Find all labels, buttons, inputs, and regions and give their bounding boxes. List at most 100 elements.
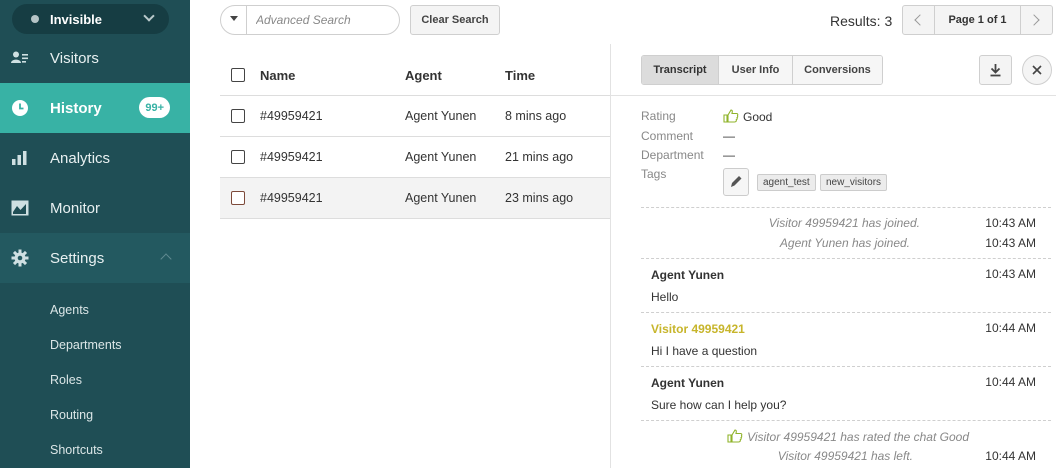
transcript-divider <box>641 312 1051 313</box>
message-time: 10:43 AM <box>985 236 1036 250</box>
message-author: Visitor 49959421 <box>651 322 745 336</box>
message-text: Sure how can I help you? <box>651 398 787 412</box>
row-checkbox[interactable] <box>231 109 245 123</box>
download-button[interactable] <box>979 55 1012 85</box>
sidebar-item-history[interactable]: History 99+ <box>0 83 190 133</box>
close-button[interactable] <box>1022 55 1052 85</box>
system-message: Visitor 49959421 has rated the chat Good <box>727 429 969 444</box>
tab-user-info[interactable]: User Info <box>719 56 793 84</box>
sidebar: Invisible Visitors History 99+ Analytics… <box>0 0 190 468</box>
panel-header: Transcript User Info Conversions <box>611 44 1056 96</box>
subnav-item-routing[interactable]: Routing <box>50 408 93 422</box>
status-dot-icon <box>31 15 39 23</box>
sidebar-item-label: Visitors <box>50 49 99 67</box>
column-header-agent[interactable]: Agent <box>405 68 442 83</box>
visitors-icon <box>11 51 28 63</box>
pencil-icon <box>731 176 742 187</box>
row-time: 21 mins ago <box>505 150 574 164</box>
department-label: Department <box>641 148 704 162</box>
subnav-item-roles[interactable]: Roles <box>50 373 82 387</box>
history-count-badge: 99+ <box>139 97 170 118</box>
transcript-divider <box>641 366 1051 367</box>
status-dropdown[interactable]: Invisible <box>12 4 169 34</box>
message-time: 10:43 AM <box>985 216 1036 230</box>
row-name: #49959421 <box>260 150 323 164</box>
comment-value: — <box>723 129 735 143</box>
tab-conversions[interactable]: Conversions <box>793 56 882 84</box>
sidebar-item-analytics[interactable]: Analytics <box>0 133 190 183</box>
message-author: Agent Yunen <box>651 376 725 390</box>
row-name: #49959421 <box>260 109 323 123</box>
search-options-dropdown[interactable] <box>221 6 247 34</box>
close-icon <box>1032 65 1042 75</box>
download-icon <box>990 64 1001 77</box>
panel-tabs: Transcript User Info Conversions <box>641 55 883 85</box>
message-time: 10:44 AM <box>985 375 1036 389</box>
clock-icon <box>12 100 28 116</box>
subnav-item-agents[interactable]: Agents <box>50 303 89 317</box>
chat-detail-panel: Transcript User Info Conversions Rating … <box>611 44 1056 468</box>
sidebar-item-settings[interactable]: Settings <box>0 233 190 283</box>
search-input[interactable] <box>247 13 387 27</box>
next-page-button[interactable] <box>1020 6 1052 34</box>
message-text: Hi I have a question <box>651 344 758 358</box>
message-time: 10:44 AM <box>985 449 1036 463</box>
message-author: Agent Yunen <box>651 268 725 282</box>
row-agent: Agent Yunen <box>405 109 477 123</box>
chevron-up-icon <box>160 253 172 265</box>
transcript-divider <box>641 420 1051 421</box>
previous-page-button[interactable] <box>903 6 935 34</box>
thumbs-up-icon <box>727 429 743 443</box>
status-label: Invisible <box>50 11 103 27</box>
row-name: #49959421 <box>260 191 323 205</box>
monitor-chart-icon <box>11 200 29 216</box>
chevron-down-icon <box>143 10 155 22</box>
transcript-divider <box>641 207 1051 208</box>
transcript-divider <box>641 258 1051 259</box>
table-row[interactable]: #49959421 Agent Yunen 21 mins ago <box>220 137 610 178</box>
gear-icon <box>11 249 29 267</box>
bar-chart-icon <box>12 151 27 165</box>
page-indicator[interactable]: Page 1 of 1 <box>935 6 1020 34</box>
pagination: Page 1 of 1 <box>902 5 1053 35</box>
table-row[interactable]: #49959421 Agent Yunen 8 mins ago <box>220 96 610 137</box>
system-message: Visitor 49959421 has left. <box>777 449 913 463</box>
row-agent: Agent Yunen <box>405 150 477 164</box>
row-time: 8 mins ago <box>505 109 567 123</box>
row-time: 23 mins ago <box>505 191 574 205</box>
tag-chip: agent_test <box>757 174 816 191</box>
toolbar: Clear Search Results: 3 Page 1 of 1 <box>190 0 1056 44</box>
rating-label: Rating <box>641 109 676 123</box>
message-time: 10:44 AM <box>985 321 1036 335</box>
row-checkbox[interactable] <box>231 150 245 164</box>
table-header: Name Agent Time <box>220 54 610 96</box>
edit-tags-button[interactable] <box>723 168 749 196</box>
tag-chip: new_visitors <box>820 174 888 191</box>
column-header-time[interactable]: Time <box>505 68 535 83</box>
select-all-checkbox[interactable] <box>231 68 245 82</box>
row-agent: Agent Yunen <box>405 191 477 205</box>
message-text: Hello <box>651 290 679 304</box>
sidebar-item-visitors[interactable]: Visitors <box>0 33 190 83</box>
department-value: — <box>723 148 735 162</box>
sidebar-item-monitor[interactable]: Monitor <box>0 183 190 233</box>
subnav-item-shortcuts[interactable]: Shortcuts <box>50 443 103 457</box>
rating-text: Good <box>743 110 773 124</box>
row-checkbox[interactable] <box>231 191 245 205</box>
subnav-item-departments[interactable]: Departments <box>50 338 122 352</box>
system-message: Agent Yunen has joined. <box>779 236 910 250</box>
tags-label: Tags <box>641 167 667 181</box>
table-row[interactable]: #49959421 Agent Yunen 23 mins ago <box>220 178 610 219</box>
advanced-search <box>220 5 400 35</box>
comment-label: Comment <box>641 129 694 143</box>
system-message: Visitor 49959421 has joined. <box>768 216 920 230</box>
sidebar-item-label: Analytics <box>50 149 111 167</box>
column-header-name[interactable]: Name <box>260 68 295 83</box>
sidebar-item-label: History <box>50 99 102 117</box>
rating-value: Good <box>723 109 772 124</box>
thumbs-up-icon <box>723 109 739 123</box>
results-count: Results: 3 <box>830 13 893 29</box>
clear-search-button[interactable]: Clear Search <box>410 5 500 35</box>
sidebar-item-label: Monitor <box>50 199 101 217</box>
tab-transcript[interactable]: Transcript <box>642 56 719 84</box>
